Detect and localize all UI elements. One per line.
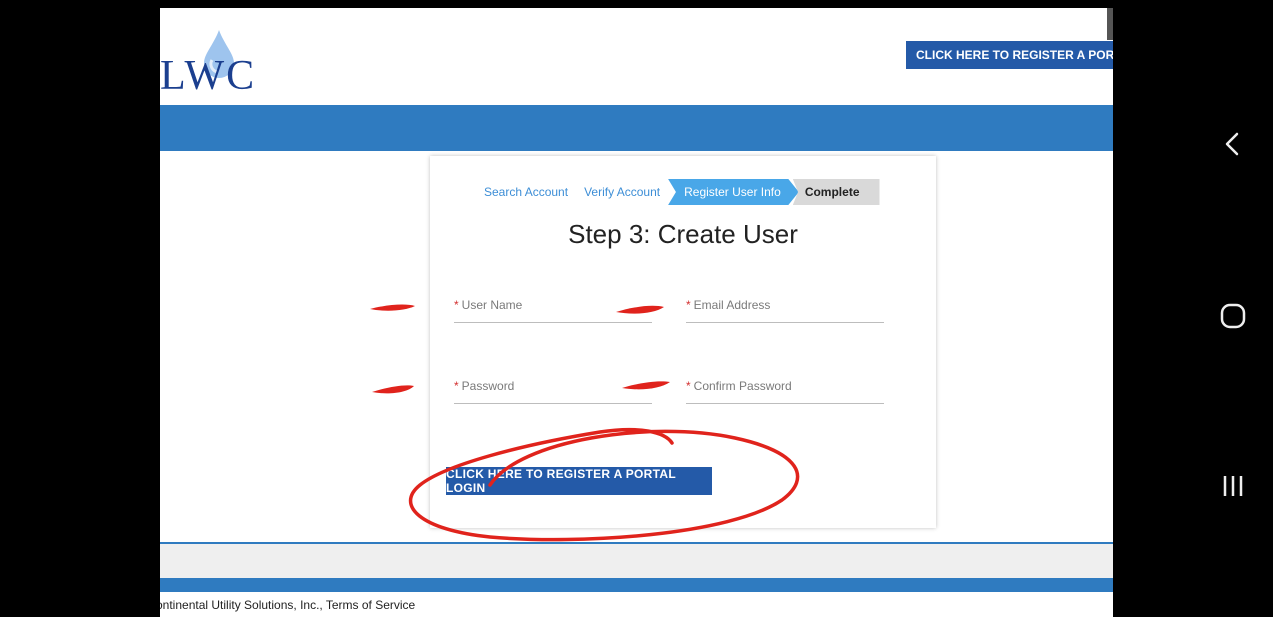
required-marker: * (686, 379, 691, 393)
header-register-button[interactable]: CLICK HERE TO REGISTER A PORTAL LOGIN (906, 41, 1113, 69)
step-complete: Complete (792, 179, 880, 205)
required-marker: * (454, 379, 459, 393)
recent-apps-icon[interactable] (1213, 466, 1253, 506)
user-name-placeholder: User Name (461, 298, 523, 312)
register-portal-login-button[interactable]: CLICK HERE TO REGISTER A PORTAL LOGIN (446, 467, 712, 495)
footer-gray-band (160, 544, 1113, 578)
step-register-user-info: Register User Info (668, 179, 799, 205)
logo-text: LWC (160, 53, 257, 99)
required-marker: * (454, 298, 459, 312)
android-nav-bar (1113, 0, 1273, 617)
footer-text: ontinental Utility Solutions, Inc., Term… (160, 598, 416, 612)
page-title: Step 3: Create User (568, 219, 798, 249)
lwc-logo: LWC (160, 30, 280, 99)
letterbox-left (0, 0, 160, 617)
password-placeholder: Password (461, 379, 515, 393)
back-icon[interactable] (1213, 124, 1253, 164)
user-name-field[interactable]: * User Name (454, 298, 652, 323)
footer-blue-band (160, 578, 1113, 592)
header-nav-bar (160, 105, 1113, 151)
home-icon[interactable] (1213, 296, 1253, 336)
step-search-account[interactable]: Search Account (476, 179, 576, 205)
password-field[interactable]: * Password (454, 379, 652, 404)
email-field[interactable]: * Email Address (686, 298, 884, 323)
screen-frame: LWC CLICK HERE TO REGISTER A PORTAL LOGI… (0, 0, 1273, 617)
confirm-password-field[interactable]: * Confirm Password (686, 379, 884, 404)
step-verify-account[interactable]: Verify Account (576, 179, 668, 205)
register-card: Search Account Verify Account Register U… (430, 156, 936, 528)
required-marker: * (686, 298, 691, 312)
web-page: LWC CLICK HERE TO REGISTER A PORTAL LOGI… (160, 8, 1113, 617)
confirm-password-placeholder: Confirm Password (693, 379, 792, 393)
email-placeholder: Email Address (693, 298, 771, 312)
wizard-steps: Search Account Verify Account Register U… (476, 179, 880, 205)
